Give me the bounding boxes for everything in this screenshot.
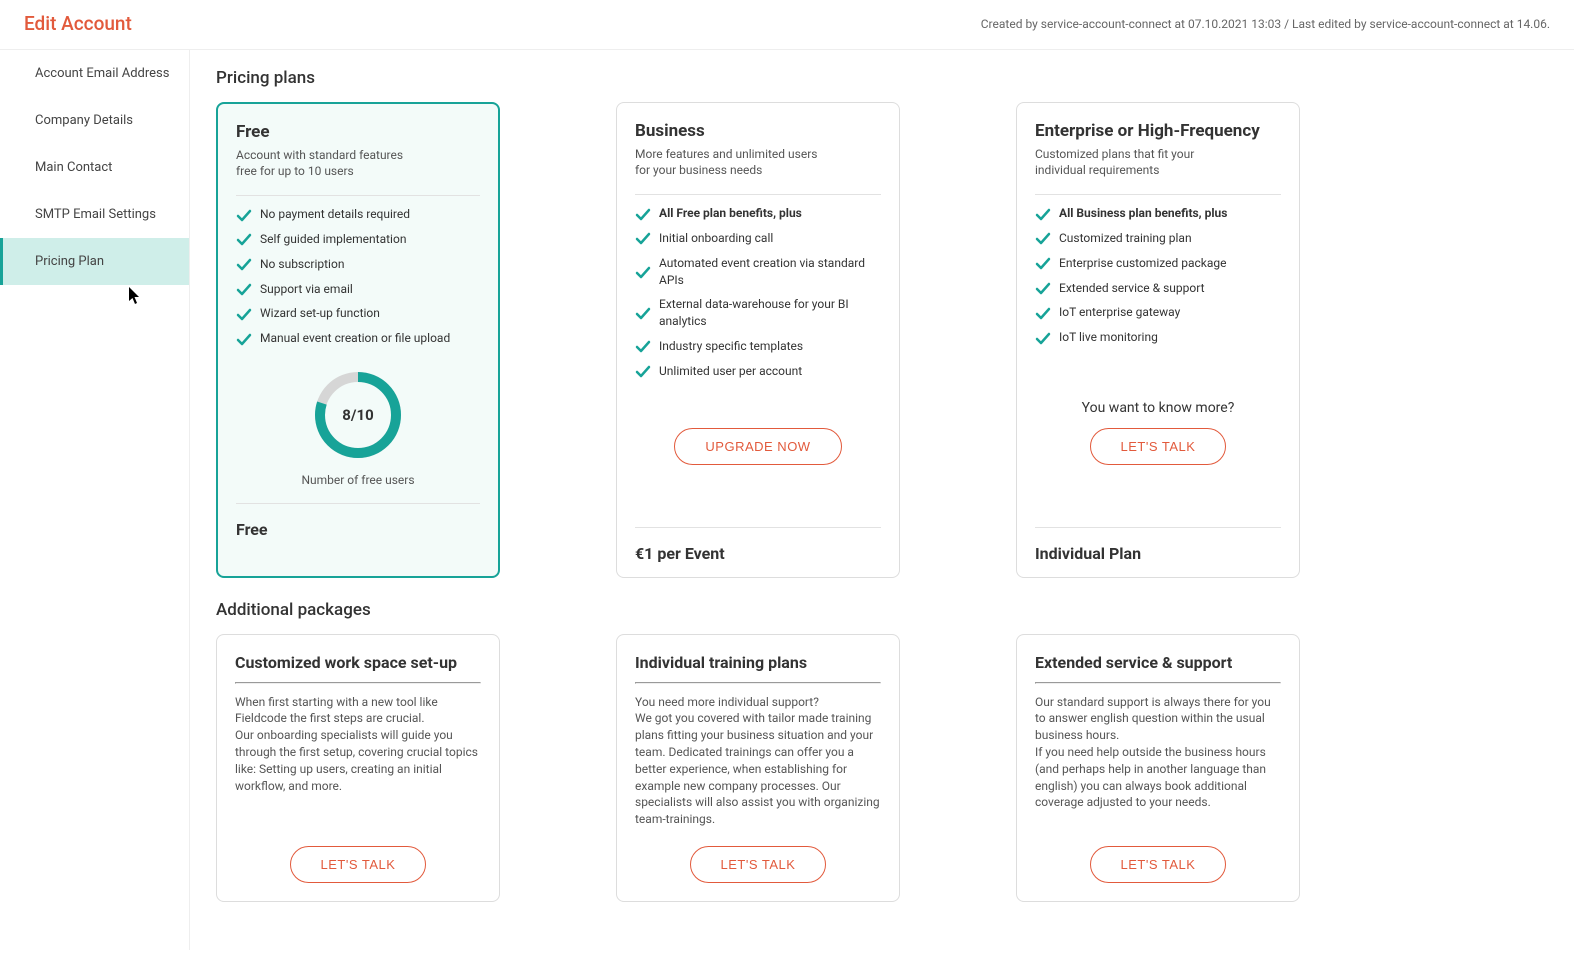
feature-text: Enterprise customized package: [1059, 255, 1226, 272]
feature-item: No payment details required: [236, 206, 480, 223]
check-icon: [1035, 281, 1049, 295]
feature-text: Initial onboarding call: [659, 230, 773, 247]
check-icon: [635, 364, 649, 378]
feature-item: Manual event creation or file upload: [236, 330, 480, 347]
package-card-extended-support: Extended service & support Our standard …: [1016, 634, 1300, 902]
page-title: Edit Account: [24, 12, 132, 35]
feature-item: IoT enterprise gateway: [1035, 304, 1281, 321]
feature-list: All Business plan benefits, plus Customiz…: [1035, 205, 1281, 354]
main-content: Pricing plans Free Account with standard…: [190, 50, 1574, 950]
cta-prompt: You want to know more?: [1035, 400, 1281, 416]
feature-text: Wizard set-up function: [260, 305, 380, 322]
check-icon: [1035, 306, 1049, 320]
package-desc: You need more individual support? We got…: [635, 694, 881, 828]
feature-text: IoT enterprise gateway: [1059, 304, 1180, 321]
check-icon: [635, 207, 649, 221]
feature-text: All Free plan benefits, plus: [659, 205, 802, 222]
check-icon: [635, 231, 649, 245]
package-title: Extended service & support: [1035, 653, 1281, 672]
packages-title: Additional packages: [216, 600, 1548, 620]
check-icon: [236, 282, 250, 296]
lets-talk-button[interactable]: LET'S TALK: [1090, 846, 1227, 883]
feature-list: All Free plan benefits, plus Initial onbo…: [635, 205, 881, 387]
feature-text: Unlimited user per account: [659, 363, 802, 380]
package-desc: When first starting with a new tool like…: [235, 694, 481, 795]
check-icon: [1035, 231, 1049, 245]
plan-card-enterprise: Enterprise or High-Frequency Customized …: [1016, 102, 1300, 578]
plan-sub: Customized plans that fit your individua…: [1035, 147, 1281, 178]
package-title: Customized work space set-up: [235, 653, 481, 672]
sidebar-item-company-details[interactable]: Company Details: [0, 97, 189, 144]
feature-item: Support via email: [236, 281, 480, 298]
plan-card-free: Free Account with standard features free…: [216, 102, 500, 578]
package-card-training-plans: Individual training plans You need more …: [616, 634, 900, 902]
plan-card-business: Business More features and unlimited use…: [616, 102, 900, 578]
plan-price: €1 per Event: [635, 544, 881, 563]
feature-text: No subscription: [260, 256, 344, 273]
feature-text: Industry specific templates: [659, 338, 803, 355]
feature-text: Support via email: [260, 281, 353, 298]
plan-price: Individual Plan: [1035, 544, 1281, 563]
sidebar: Account Email Address Company Details Ma…: [0, 50, 190, 950]
sidebar-item-smtp-settings[interactable]: SMTP Email Settings: [0, 191, 189, 238]
plan-name: Free: [236, 122, 480, 142]
feature-item: All Business plan benefits, plus: [1035, 205, 1281, 222]
check-icon: [1035, 331, 1049, 345]
package-desc: Our standard support is always there for…: [1035, 694, 1281, 812]
lets-talk-button[interactable]: LET'S TALK: [1090, 428, 1227, 465]
sidebar-item-account-email[interactable]: Account Email Address: [0, 50, 189, 97]
feature-item: IoT live monitoring: [1035, 329, 1281, 346]
feature-item: Extended service & support: [1035, 280, 1281, 297]
plan-sub: More features and unlimited users for yo…: [635, 147, 881, 178]
plan-name: Enterprise or High-Frequency: [1035, 121, 1281, 141]
lets-talk-button[interactable]: LET'S TALK: [290, 846, 427, 883]
upgrade-button[interactable]: UPGRADE NOW: [674, 428, 841, 465]
feature-text: External data-warehouse for your BI anal…: [659, 296, 881, 330]
user-donut-chart: 8/10 Number of free users: [236, 369, 480, 487]
feature-item: Unlimited user per account: [635, 363, 881, 380]
feature-item: No subscription: [236, 256, 480, 273]
sidebar-item-pricing-plan[interactable]: Pricing Plan: [0, 238, 189, 285]
feature-list: No payment details required Self guided i…: [236, 206, 480, 355]
page-header: Edit Account Created by service-account-…: [0, 0, 1574, 50]
feature-item: Enterprise customized package: [1035, 255, 1281, 272]
feature-text: Automated event creation via standard AP…: [659, 255, 881, 289]
package-title: Individual training plans: [635, 653, 881, 672]
plan-price: Free: [236, 520, 480, 539]
feature-item: All Free plan benefits, plus: [635, 205, 881, 222]
donut-caption: Number of free users: [236, 473, 480, 487]
feature-text: Customized training plan: [1059, 230, 1192, 247]
feature-text: IoT live monitoring: [1059, 329, 1158, 346]
package-card-workspace-setup: Customized work space set-up When first …: [216, 634, 500, 902]
feature-item: Self guided implementation: [236, 231, 480, 248]
feature-item: Customized training plan: [1035, 230, 1281, 247]
check-icon: [635, 306, 649, 320]
check-icon: [236, 232, 250, 246]
feature-text: Extended service & support: [1059, 280, 1205, 297]
check-icon: [1035, 256, 1049, 270]
feature-item: External data-warehouse for your BI anal…: [635, 296, 881, 330]
page-meta: Created by service-account-connect at 07…: [981, 17, 1550, 31]
check-icon: [236, 332, 250, 346]
feature-text: Manual event creation or file upload: [260, 330, 450, 347]
feature-item: Wizard set-up function: [236, 305, 480, 322]
check-icon: [1035, 207, 1049, 221]
feature-text: No payment details required: [260, 206, 410, 223]
check-icon: [635, 265, 649, 279]
feature-text: Self guided implementation: [260, 231, 406, 248]
check-icon: [236, 307, 250, 321]
check-icon: [635, 339, 649, 353]
plan-sub: Account with standard features free for …: [236, 148, 480, 179]
check-icon: [236, 257, 250, 271]
pricing-title: Pricing plans: [216, 68, 1548, 88]
feature-item: Initial onboarding call: [635, 230, 881, 247]
lets-talk-button[interactable]: LET'S TALK: [690, 846, 827, 883]
donut-value: 8/10: [342, 406, 373, 424]
feature-text: All Business plan benefits, plus: [1059, 205, 1227, 222]
feature-item: Automated event creation via standard AP…: [635, 255, 881, 289]
feature-item: Industry specific templates: [635, 338, 881, 355]
plan-name: Business: [635, 121, 881, 141]
check-icon: [236, 208, 250, 222]
sidebar-item-main-contact[interactable]: Main Contact: [0, 144, 189, 191]
